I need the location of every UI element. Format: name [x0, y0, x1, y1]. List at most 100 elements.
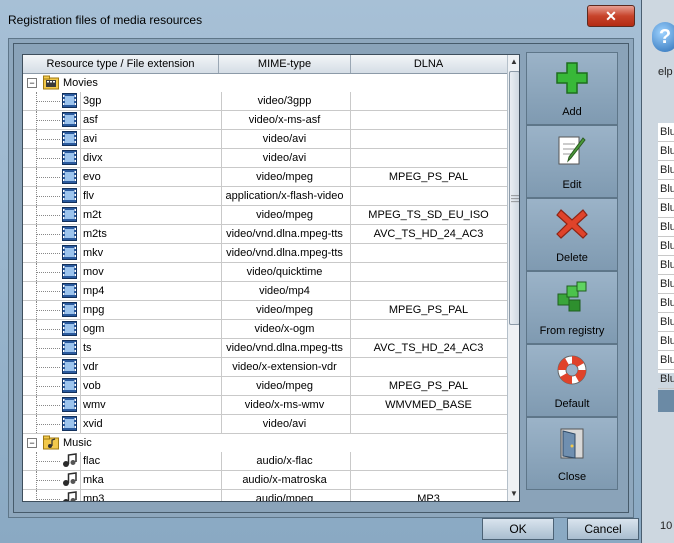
- extension-cell: vdr: [80, 358, 222, 376]
- table-row[interactable]: ts video/vnd.dlna.mpeg-tts AVC_TS_HD_24_AC…: [23, 339, 507, 358]
- background-list-item: Blu: [658, 370, 674, 389]
- table-row[interactable]: mkv video/vnd.dlna.mpeg-tts: [23, 244, 507, 263]
- tree-branch: [36, 367, 60, 368]
- dlna-cell: [351, 187, 506, 205]
- close-button[interactable]: Close: [526, 417, 618, 490]
- music-file-icon: [62, 472, 77, 487]
- movie-file-icon: [62, 93, 77, 108]
- from-registry-button[interactable]: From registry: [526, 271, 618, 344]
- table-row[interactable]: 3gp video/3gpp: [23, 92, 507, 111]
- table-row[interactable]: mov video/quicktime: [23, 263, 507, 282]
- tree-branch: [36, 177, 60, 178]
- dlna-cell: MPEG_PS_PAL: [388, 171, 469, 183]
- mime-cell: video/avi: [219, 130, 351, 148]
- mime-cell: video/x-extension-vdr: [219, 358, 351, 376]
- table-row[interactable]: asf video/x-ms-asf: [23, 111, 507, 130]
- column-header-type[interactable]: Resource type / File extension: [23, 55, 219, 73]
- dlna-cell: AVC_TS_HD_24_AC3: [373, 228, 484, 240]
- background-list: Blu Blu Blu Blu Blu Blu Blu Blu Blu Blu Blu Blu Blu B…: [658, 123, 674, 389]
- extension-cell: ogm: [80, 320, 222, 338]
- scroll-thumb[interactable]: — — —: [509, 71, 519, 325]
- close-window-button[interactable]: ✕: [587, 5, 635, 27]
- movies-folder-icon: [43, 75, 59, 90]
- dlna-cell: [351, 452, 506, 470]
- dlna-cell: WMVMED_BASE: [385, 399, 472, 411]
- background-list-item: Blu: [658, 351, 674, 370]
- tree-branch: [36, 139, 60, 140]
- scroll-down-icon[interactable]: ▼: [508, 487, 519, 501]
- table-row[interactable]: vdr video/x-extension-vdr: [23, 358, 507, 377]
- collapse-icon[interactable]: −: [27, 78, 37, 88]
- collapse-icon[interactable]: −: [27, 438, 37, 448]
- table-row[interactable]: mp3 audio/mpeg MP3: [23, 490, 507, 501]
- button-label: Delete: [556, 252, 588, 264]
- title-bar: Registration files of media resources ✕: [0, 0, 641, 38]
- tree-branch: [36, 272, 60, 273]
- movie-file-icon: [62, 359, 77, 374]
- extension-cell: mp4: [80, 282, 222, 300]
- extension-cell: m2t: [80, 206, 222, 224]
- mime-cell: video/x-ms-wmv: [219, 396, 351, 414]
- help-icon[interactable]: ?: [652, 22, 674, 52]
- table-row[interactable]: m2ts video/vnd.dlna.mpeg-tts AVC_TS_HD_24_…: [23, 225, 507, 244]
- grid-header: Resource type / File extension MIME-type…: [23, 55, 507, 74]
- extension-cell: flv: [80, 187, 222, 205]
- tree-branch: [36, 405, 60, 406]
- vertical-scrollbar[interactable]: ▲ — — — ▼: [507, 55, 519, 501]
- tree-branch: [36, 101, 60, 102]
- dlna-cell: [351, 263, 506, 281]
- ok-button[interactable]: OK: [482, 518, 554, 540]
- dlna-cell: MPEG_PS_PAL: [388, 304, 469, 316]
- mime-cell: video/vnd.dlna.mpeg-tts: [219, 244, 351, 262]
- table-row[interactable]: flv application/x-flash-video: [23, 187, 507, 206]
- table-row[interactable]: m2t video/mpeg MPEG_TS_SD_EU_ISO: [23, 206, 507, 225]
- table-row[interactable]: vob video/mpeg MPEG_PS_PAL: [23, 377, 507, 396]
- tree-group-1[interactable]: − Music: [23, 434, 507, 452]
- tree-group-0[interactable]: − Movies: [23, 74, 507, 92]
- mime-cell: video/mpeg: [219, 301, 351, 319]
- table-row[interactable]: wmv video/x-ms-wmv WMVMED_BASE: [23, 396, 507, 415]
- extension-cell: asf: [80, 111, 222, 129]
- movie-file-icon: [62, 416, 77, 431]
- default-button[interactable]: Default: [526, 344, 618, 417]
- table-row[interactable]: ogm video/x-ogm: [23, 320, 507, 339]
- background-list-item: Blu: [658, 123, 674, 142]
- table-row[interactable]: mka audio/x-matroska: [23, 471, 507, 490]
- dlna-cell: [351, 320, 506, 338]
- add-button[interactable]: Add: [526, 52, 618, 125]
- button-label: Default: [554, 398, 590, 410]
- table-row[interactable]: flac audio/x-flac: [23, 452, 507, 471]
- movie-file-icon: [62, 131, 77, 146]
- column-header-dlna[interactable]: DLNA: [351, 55, 506, 73]
- mime-cell: video/avi: [219, 415, 351, 433]
- movie-file-icon: [62, 264, 77, 279]
- tree-branch: [36, 120, 60, 121]
- edit-button[interactable]: Edit: [526, 125, 618, 198]
- delete-button[interactable]: Delete: [526, 198, 618, 271]
- background-list-item: Blu: [658, 275, 674, 294]
- music-file-icon: [62, 453, 77, 468]
- movie-file-icon: [62, 169, 77, 184]
- scroll-up-icon[interactable]: ▲: [508, 55, 519, 69]
- dlna-cell: [351, 149, 506, 167]
- table-row[interactable]: mp4 video/mp4: [23, 282, 507, 301]
- movie-file-icon: [62, 112, 77, 127]
- resource-tree-grid[interactable]: Resource type / File extension MIME-type…: [22, 54, 520, 502]
- extension-cell: vob: [80, 377, 222, 395]
- movie-file-icon: [62, 188, 77, 203]
- mime-cell: video/mpeg: [219, 377, 351, 395]
- grid-rows: − Movies 3gp video/3gpp asf video/x-ms-asf avi…: [23, 74, 507, 501]
- column-header-mime[interactable]: MIME-type: [219, 55, 351, 73]
- background-list-item: Blu: [658, 256, 674, 275]
- extension-cell: mp3: [80, 490, 222, 501]
- table-row[interactable]: avi video/avi: [23, 130, 507, 149]
- table-row[interactable]: mpg video/mpeg MPEG_PS_PAL: [23, 301, 507, 320]
- tree-branch: [36, 348, 60, 349]
- group-label: Movies: [63, 77, 98, 89]
- table-row[interactable]: xvid video/avi: [23, 415, 507, 434]
- table-row[interactable]: evo video/mpeg MPEG_PS_PAL: [23, 168, 507, 187]
- tree-connector: [36, 490, 37, 501]
- table-row[interactable]: divx video/avi: [23, 149, 507, 168]
- cancel-button[interactable]: Cancel: [567, 518, 639, 540]
- background-list-item: Blu: [658, 180, 674, 199]
